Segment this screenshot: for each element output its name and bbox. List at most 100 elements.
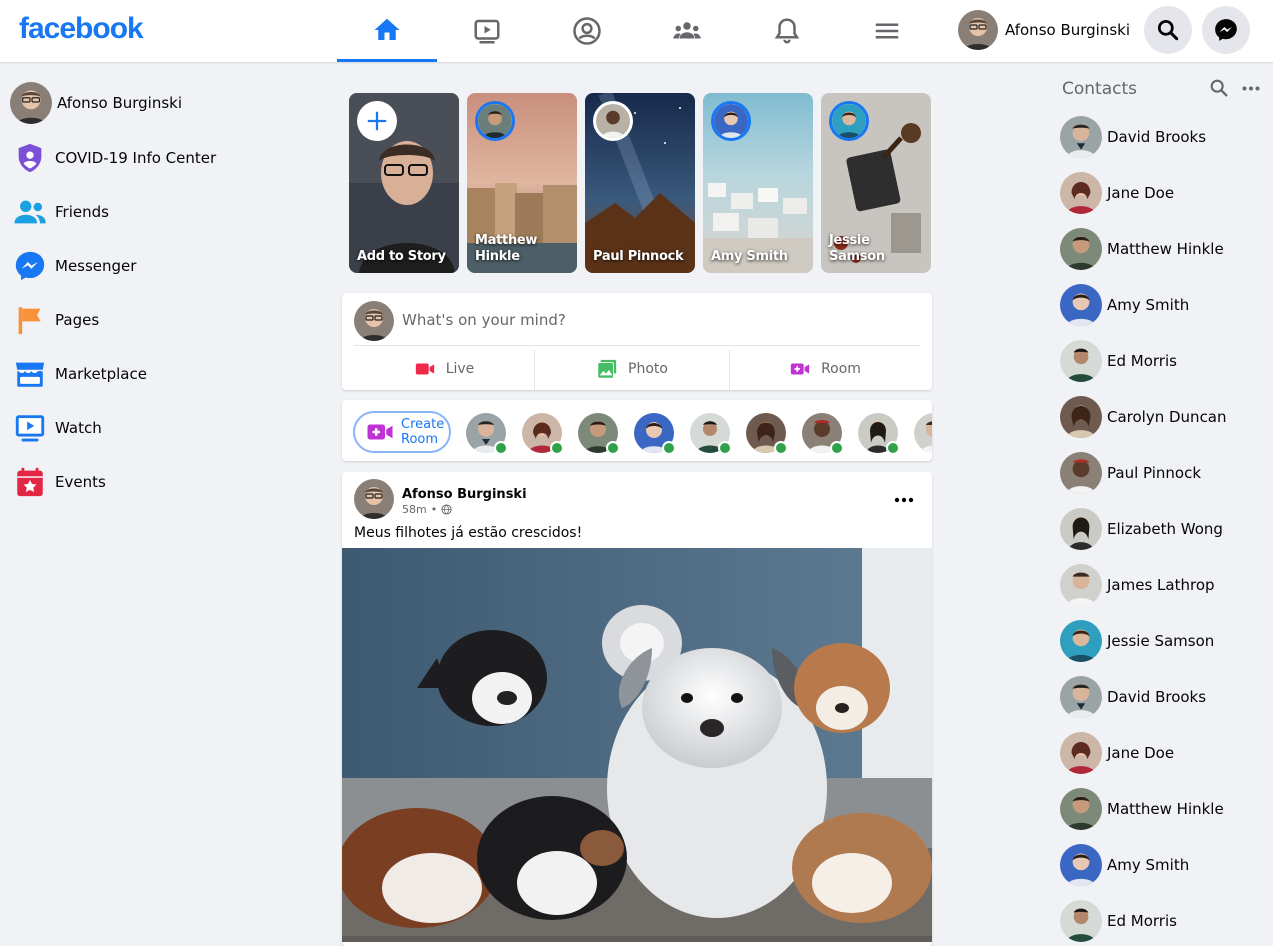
contact-item[interactable]: Jane Doe <box>1060 171 1260 215</box>
add-story-button[interactable] <box>357 101 397 141</box>
sidebar-item-covid[interactable]: COVID-19 Info Center <box>10 136 216 180</box>
contact-item[interactable]: James Lathrop <box>1060 563 1260 607</box>
live-video-button[interactable]: Live <box>354 349 534 389</box>
room-contact[interactable] <box>634 413 676 455</box>
live-label: Live <box>445 361 475 377</box>
story-card[interactable]: Amy Smith <box>703 93 813 273</box>
tab-watch[interactable] <box>437 0 537 62</box>
online-indicator <box>662 441 676 455</box>
tab-notifications[interactable] <box>737 0 837 62</box>
calendar-icon <box>10 462 50 502</box>
profile-icon <box>573 17 601 45</box>
online-indicator <box>718 441 732 455</box>
contacts-search-button[interactable] <box>1208 77 1230 99</box>
photo-label: Photo <box>628 361 668 377</box>
tab-profile[interactable] <box>537 0 637 62</box>
search-icon <box>1210 79 1228 97</box>
story-add[interactable]: Add to Story <box>349 93 459 273</box>
story-name: Matthew Hinkle <box>475 233 538 264</box>
room-contact[interactable] <box>690 413 732 455</box>
sidebar-item-messenger[interactable]: Messenger <box>10 244 136 288</box>
search-button[interactable] <box>1144 6 1192 54</box>
tab-home[interactable] <box>337 0 437 62</box>
avatar <box>1060 396 1102 438</box>
contact-item[interactable]: Carolyn Duncan <box>1060 395 1260 439</box>
room-contact[interactable] <box>746 413 788 455</box>
more-icon <box>894 497 914 503</box>
contacts-options-button[interactable] <box>1240 78 1262 98</box>
contact-item[interactable]: Jane Doe <box>1060 731 1260 775</box>
create-room-label-2: Room <box>401 432 439 447</box>
sidebar-item-label: Events <box>55 473 106 491</box>
contact-item[interactable]: Matthew Hinkle <box>1060 787 1260 831</box>
groups-icon <box>673 22 701 39</box>
tab-groups[interactable] <box>637 0 737 62</box>
online-indicator <box>886 441 900 455</box>
room-contact[interactable] <box>466 413 508 455</box>
contact-name: Jane Doe <box>1107 744 1175 762</box>
room-contact[interactable] <box>914 413 932 453</box>
sidebar-item-label: Pages <box>55 311 100 329</box>
room-label: Room <box>821 361 861 377</box>
room-contact[interactable] <box>522 413 564 455</box>
contact-item[interactable]: Paul Pinnock <box>1060 451 1260 495</box>
contact-item[interactable]: Jessie Samson <box>1060 619 1260 663</box>
room-button[interactable]: Room <box>730 349 920 389</box>
sidebar-item-marketplace[interactable]: Marketplace <box>10 352 147 396</box>
online-indicator <box>830 441 844 455</box>
contact-name: Elizabeth Wong <box>1107 520 1223 538</box>
contact-item[interactable]: David Brooks <box>1060 115 1260 159</box>
story-card[interactable]: Jessie Samson <box>821 93 931 273</box>
store-icon <box>10 354 50 394</box>
contact-item[interactable]: Matthew Hinkle <box>1060 227 1260 271</box>
story-name: Paul Pinnock <box>593 249 684 264</box>
divider <box>354 345 920 346</box>
top-profile-button[interactable]: Afonso Burginski <box>958 10 1130 50</box>
post-time[interactable]: 58m <box>402 503 427 516</box>
contact-name: Amy Smith <box>1107 856 1190 874</box>
story-card[interactable]: Paul Pinnock <box>585 93 695 273</box>
avatar[interactable] <box>354 479 394 519</box>
avatar <box>1060 844 1102 886</box>
search-icon <box>1157 19 1179 41</box>
room-icon <box>367 424 393 440</box>
contact-name: James Lathrop <box>1107 576 1215 594</box>
top-profile-name: Afonso Burginski <box>1005 21 1131 39</box>
room-contact[interactable] <box>578 413 620 455</box>
create-room-button[interactable]: Create Room <box>353 411 451 453</box>
avatar <box>1060 900 1102 942</box>
story-avatar <box>711 101 751 141</box>
sidebar-item-watch[interactable]: Watch <box>10 406 102 450</box>
contact-item[interactable]: Amy Smith <box>1060 843 1260 887</box>
contact-item[interactable]: Elizabeth Wong <box>1060 507 1260 551</box>
post-photo[interactable] <box>342 548 932 942</box>
sidebar-item-events[interactable]: Events <box>10 460 106 504</box>
messenger-button[interactable] <box>1202 6 1250 54</box>
room-contact[interactable] <box>802 413 844 455</box>
facebook-logo[interactable]: facebook <box>19 12 144 46</box>
avatar <box>1060 788 1102 830</box>
avatar <box>1060 564 1102 606</box>
contacts-title: Contacts <box>1062 79 1137 99</box>
photo-icon <box>597 359 617 379</box>
photo-button[interactable]: Photo <box>535 349 729 389</box>
post-options-button[interactable] <box>888 486 920 514</box>
contact-item[interactable]: Amy Smith <box>1060 283 1260 327</box>
sidebar-item-profile[interactable]: Afonso Burginski <box>10 81 182 125</box>
contact-item[interactable]: Ed Morris <box>1060 899 1260 943</box>
contact-name: Matthew Hinkle <box>1107 240 1224 258</box>
room-contact[interactable] <box>858 413 900 455</box>
sidebar-item-pages[interactable]: Pages <box>10 298 99 342</box>
contact-item[interactable]: Ed Morris <box>1060 339 1260 383</box>
tab-menu[interactable] <box>837 0 937 62</box>
contact-name: Paul Pinnock <box>1107 464 1202 482</box>
story-card[interactable]: Matthew Hinkle <box>467 93 577 273</box>
contact-item[interactable]: David Brooks <box>1060 675 1260 719</box>
online-indicator <box>550 441 564 455</box>
post-author[interactable]: Afonso Burginski <box>402 487 527 502</box>
status-input[interactable]: What's on your mind? <box>402 311 566 329</box>
sidebar-item-label: Watch <box>55 419 102 437</box>
avatar <box>354 301 394 341</box>
sidebar-item-friends[interactable]: Friends <box>10 190 109 234</box>
online-indicator <box>494 441 508 455</box>
